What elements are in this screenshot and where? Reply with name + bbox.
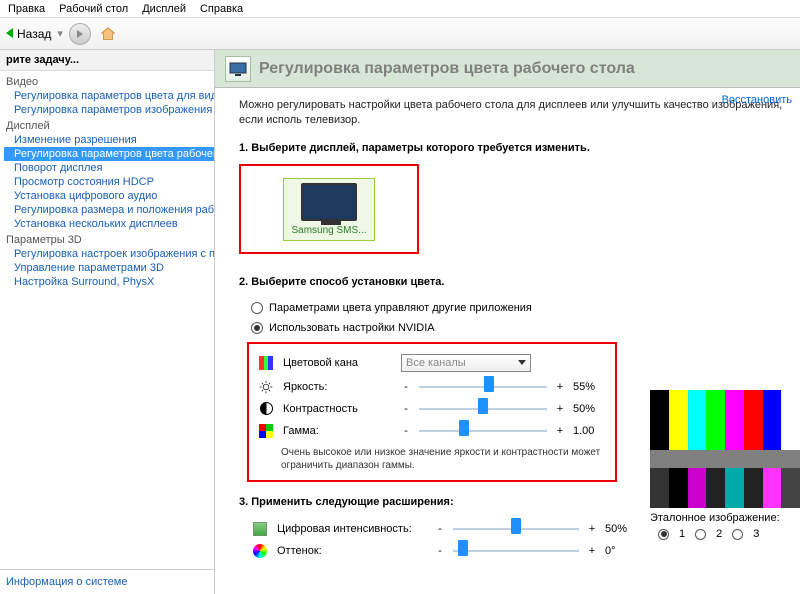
hue-slider[interactable] xyxy=(453,544,579,558)
channel-combo[interactable]: Все каналы xyxy=(401,354,531,372)
header-band: Регулировка параметров цвета рабочего ст… xyxy=(215,50,800,88)
color-bars-preview xyxy=(650,390,800,508)
contrast-slider[interactable] xyxy=(419,402,547,416)
sidebar-item[interactable]: Регулировка настроек изображения с пр xyxy=(4,247,214,261)
home-icon xyxy=(99,25,117,43)
radio-icon xyxy=(251,302,263,314)
monitor-icon xyxy=(301,183,357,221)
sidebar-item[interactable]: Регулировка параметров цвета для вид xyxy=(4,89,214,103)
sidebar-item[interactable]: Настройка Surround, PhysX xyxy=(4,275,214,289)
contrast-icon xyxy=(260,402,273,415)
gamma-icon xyxy=(259,424,273,438)
group-video: Видео xyxy=(4,73,214,89)
radio-nvidia[interactable]: Использовать настройки NVIDIA xyxy=(239,318,786,338)
digital-intensity-slider[interactable] xyxy=(453,522,579,536)
preview-panel: Эталонное изображение: 1 2 3 xyxy=(650,390,800,540)
back-arrow-icon xyxy=(6,28,13,38)
reference-label: Эталонное изображение: xyxy=(650,512,800,524)
ref-radio-2[interactable] xyxy=(695,529,706,540)
step1-title: 1. Выберите дисплей, параметры которого … xyxy=(239,142,786,154)
channel-icon xyxy=(259,356,273,370)
color-sliders-box: Цветовой кана Все каналы Яркость: - + 55… xyxy=(247,342,617,482)
system-info-link[interactable]: Информация о системе xyxy=(6,576,127,588)
brightness-icon xyxy=(259,380,273,394)
sidebar-item-active[interactable]: Регулировка параметров цвета рабочег xyxy=(4,147,214,161)
menu-edit[interactable]: Правка xyxy=(8,3,45,15)
header-icon xyxy=(225,56,251,82)
contrast-label: Контрастность xyxy=(283,403,393,415)
gamma-value: 1.00 xyxy=(573,425,607,437)
radio-icon xyxy=(251,322,263,334)
back-button[interactable]: Назад xyxy=(6,27,51,41)
task-tree: Видео Регулировка параметров цвета для в… xyxy=(0,71,214,569)
display-item[interactable]: Samsung SMS... xyxy=(283,178,375,241)
radio-other-apps[interactable]: Параметрами цвета управляют другие прило… xyxy=(239,298,786,318)
channel-label: Цветовой кана xyxy=(283,357,393,369)
description: Можно регулировать настройки цвета рабоч… xyxy=(239,98,786,128)
gamma-slider[interactable] xyxy=(419,424,547,438)
page-title: Регулировка параметров цвета рабочего ст… xyxy=(259,60,635,78)
ref-radio-3[interactable] xyxy=(732,529,743,540)
sidebar-item[interactable]: Установка цифрового аудио xyxy=(4,189,214,203)
sidebar-item[interactable]: Управление параметрами 3D xyxy=(4,261,214,275)
brightness-value: 55% xyxy=(573,381,607,393)
brightness-slider[interactable] xyxy=(419,380,547,394)
home-button[interactable] xyxy=(97,23,119,45)
forward-button[interactable] xyxy=(69,23,91,45)
sidebar-item[interactable]: Установка нескольких дисплеев xyxy=(4,217,214,231)
hue-icon xyxy=(253,544,267,558)
sidebar-item[interactable]: Просмотр состояния HDCP xyxy=(4,175,214,189)
ref-radio-1[interactable] xyxy=(658,529,669,540)
menubar: Правка Рабочий стол Дисплей Справка xyxy=(0,0,800,18)
group-3d: Параметры 3D xyxy=(4,231,214,247)
menu-desktop[interactable]: Рабочий стол xyxy=(59,3,128,15)
chevron-down-icon xyxy=(518,360,526,365)
main-panel: Регулировка параметров цвета рабочего ст… xyxy=(215,50,800,594)
digital-intensity-value: 50% xyxy=(605,523,639,535)
sidebar-item[interactable]: Регулировка параметров изображения д xyxy=(4,103,214,117)
group-display: Дисплей xyxy=(4,117,214,133)
sidebar-item[interactable]: Поворот дисплея xyxy=(4,161,214,175)
gamma-label: Гамма: xyxy=(283,425,393,437)
sidebar-item[interactable]: Регулировка размера и положения рабо xyxy=(4,203,214,217)
brightness-label: Яркость: xyxy=(283,381,393,393)
forward-arrow-icon xyxy=(77,30,83,38)
step2-title: 2. Выберите способ установки цвета. xyxy=(239,276,786,288)
digital-intensity-label: Цифровая интенсивность: xyxy=(277,523,427,535)
restore-link[interactable]: Восстановить xyxy=(722,94,792,106)
sidebar-item[interactable]: Изменение разрешения xyxy=(4,133,214,147)
sidebar-footer: Информация о системе xyxy=(0,569,214,594)
sidebar-header: рите задачу... xyxy=(0,50,214,71)
gamma-hint: Очень высокое или низкое значение яркост… xyxy=(257,442,607,474)
hue-label: Оттенок: xyxy=(277,545,427,557)
toolbar: Назад ▾ xyxy=(0,18,800,50)
hue-value: 0° xyxy=(605,545,639,557)
display-selector: Samsung SMS... xyxy=(239,164,419,254)
menu-display[interactable]: Дисплей xyxy=(142,3,186,15)
sidebar: рите задачу... Видео Регулировка парамет… xyxy=(0,50,215,594)
menu-help[interactable]: Справка xyxy=(200,3,243,15)
display-label: Samsung SMS... xyxy=(291,225,366,236)
contrast-value: 50% xyxy=(573,403,607,415)
digital-intensity-icon xyxy=(253,522,267,536)
